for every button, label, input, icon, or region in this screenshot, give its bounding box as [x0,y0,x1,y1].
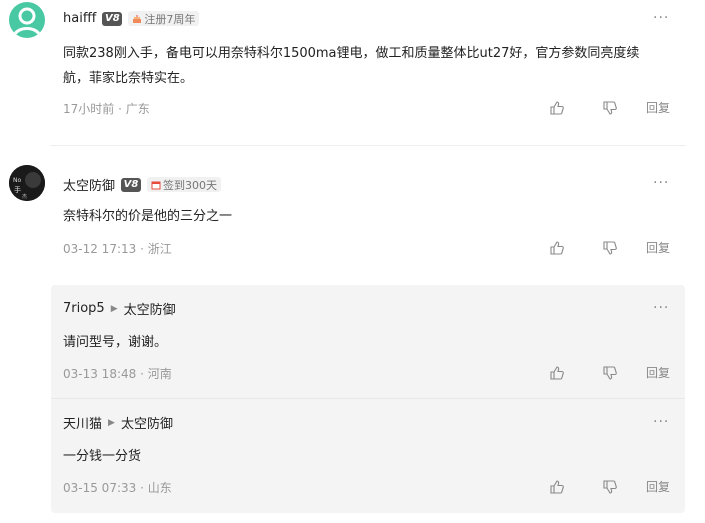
reply-button[interactable]: 回复 [646,364,670,381]
dislike-button[interactable] [603,479,617,494]
comment-meta: 17小时前 · 广东 [63,102,150,116]
badge-label: 签到300天 [163,178,218,192]
comment-text: 奈特科尔的价是他的三分之一 [63,209,233,224]
checkin-badge: 签到300天 [147,177,222,192]
svg-text:杰: 杰 [22,193,27,200]
triangle-right-icon: ▶ [108,417,115,428]
reply-actions: 回复 [550,364,670,381]
thumbs-up-icon [550,479,564,494]
reply-button[interactable]: 回复 [646,239,670,256]
like-button[interactable] [550,240,564,255]
user-avatar-icon [12,7,42,37]
reply-text: 请问型号，谢谢。 [63,335,168,350]
more-icon[interactable]: ··· [653,300,669,316]
svg-text:手: 手 [14,185,21,194]
thumbs-up-icon [550,100,564,115]
username[interactable]: 太空防御 [63,175,115,194]
level-badge: V8 [102,11,123,26]
reply-header: 天川猫 ▶ 太空防御 [63,413,173,432]
svg-text:No: No [13,177,21,184]
reply-text: 一分钱一分货 [63,449,142,464]
reply-header: 7riop5 ▶ 太空防御 [63,299,176,318]
more-icon[interactable]: ··· [653,10,669,26]
thumbs-down-icon [603,100,617,115]
reply-to-username[interactable]: 太空防御 [121,413,173,432]
comment-text-line: 同款238刚入手，备电可以用奈特科尔1500ma锂电，做工和质量整体比ut27好… [63,46,640,61]
comment-text-line: 航，菲家比奈特实在。 [63,71,194,86]
username[interactable]: 7riop5 [63,301,105,316]
badge-label: 注册7周年 [144,12,196,26]
dislike-button[interactable] [603,240,617,255]
comment-actions: 回复 [550,239,670,256]
avatar[interactable]: No 手 杰 [9,165,45,201]
more-icon[interactable]: ··· [653,414,669,430]
calendar-icon [151,181,161,189]
comment-header: haifff V8 注册7周年 [63,11,200,26]
cake-icon [133,14,142,23]
level-badge: V8 [121,177,142,192]
reply-meta: 03-13 18:48 · 河南 [63,367,172,381]
comment-header: 太空防御 V8 签到300天 [63,175,222,194]
user-avatar-icon: No 手 杰 [9,165,45,201]
reply-actions: 回复 [550,478,670,495]
like-button[interactable] [550,365,564,380]
reply-button[interactable]: 回复 [646,99,670,116]
thumbs-down-icon [603,365,617,380]
avatar[interactable] [9,2,45,38]
thumbs-up-icon [550,365,564,380]
thumbs-down-icon [603,479,617,494]
reply-button[interactable]: 回复 [646,478,670,495]
like-button[interactable] [550,479,564,494]
reply-divider [51,398,685,399]
reply-to-username[interactable]: 太空防御 [124,299,176,318]
dislike-button[interactable] [603,365,617,380]
like-button[interactable] [550,100,564,115]
thumbs-up-icon [550,240,564,255]
dislike-button[interactable] [603,100,617,115]
username[interactable]: 天川猫 [63,413,102,432]
reply-meta: 03-15 07:33 · 山东 [63,481,172,495]
triangle-right-icon: ▶ [110,303,118,314]
comment-text: 同款238刚入手，备电可以用奈特科尔1500ma锂电，做工和质量整体比ut27好… [63,41,683,91]
comment-divider [50,145,686,146]
thumbs-down-icon [603,240,617,255]
comment-actions: 回复 [550,99,670,116]
anniversary-badge: 注册7周年 [128,11,200,26]
more-icon[interactable]: ··· [653,175,669,191]
username[interactable]: haifff [63,11,96,26]
comment-meta: 03-12 17:13 · 浙江 [63,242,172,256]
